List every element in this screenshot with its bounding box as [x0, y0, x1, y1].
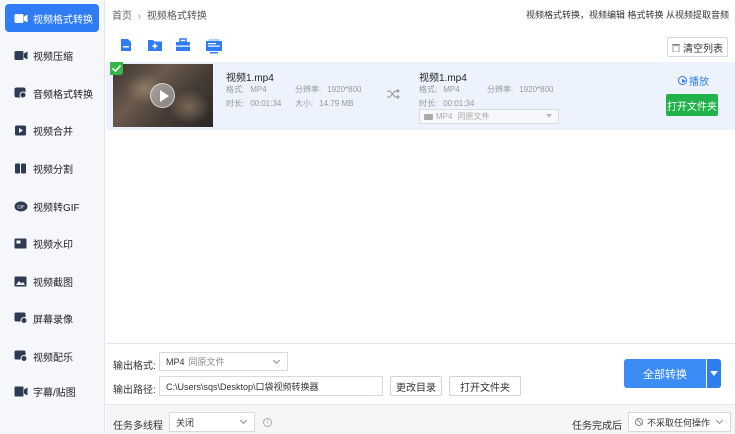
output-format-dropdown[interactable]: MP4 同原文件 — [159, 352, 288, 371]
video-convert-icon — [13, 13, 28, 24]
convert-all-button[interactable]: 全部转换 — [624, 359, 706, 388]
multithread-dropdown[interactable]: 关闭 — [169, 412, 255, 432]
sidebar-item-label: 屏幕录像 — [33, 314, 73, 326]
convert-options-dropdown[interactable] — [707, 359, 721, 388]
play-button[interactable]: 播放 — [678, 73, 709, 88]
sidebar-item-label: 视频截图 — [33, 277, 73, 289]
video-merge-icon — [13, 125, 28, 136]
online-badge: online — [209, 38, 220, 42]
sidebar-item-video-split[interactable]: 视频分割 — [5, 154, 99, 182]
chevron-down-icon — [715, 416, 724, 425]
sidebar-item-video-convert[interactable]: 视频格式转换 — [5, 4, 99, 32]
ban-icon — [635, 418, 643, 426]
play-circle-icon — [678, 76, 687, 85]
chevron-down-icon — [239, 416, 248, 425]
sidebar-item-screen-record[interactable]: 屏幕录像 — [5, 304, 99, 332]
sidebar-item-watermark[interactable]: 视频水印 — [5, 229, 99, 257]
output-format-quality: 同原文件 — [188, 357, 225, 367]
breadcrumb: 首页 › 视频格式转换 — [112, 7, 207, 22]
play-label: 播放 — [689, 77, 709, 88]
video-compress-icon — [13, 50, 28, 61]
audio-convert-icon — [13, 87, 28, 99]
output-format-select-value: MP4 — [436, 112, 453, 121]
sidebar-item-label: 视频分割 — [33, 164, 73, 176]
add-file-icon[interactable] — [119, 38, 135, 52]
output-duration: 时长: 00:01:34 — [419, 99, 475, 108]
chevron-down-icon — [546, 114, 552, 118]
output-path-label: 输出路径: — [113, 385, 156, 396]
after-done-label: 任务完成后 — [572, 421, 622, 432]
breadcrumb-home[interactable]: 首页 — [112, 11, 132, 22]
source-format: 格式: MP4 — [226, 85, 267, 94]
breadcrumb-current: 视频格式转换 — [146, 11, 207, 22]
svg-text:GIF: GIF — [17, 204, 25, 210]
checkbox-checked-icon[interactable] — [110, 62, 123, 75]
info-icon[interactable]: i — [263, 418, 272, 427]
after-done-dropdown[interactable]: 不采取任何操作 — [628, 412, 731, 432]
output-format-select-quality: 同原文件 — [457, 112, 490, 121]
source-resolution: 分辨率: 1920*800 — [295, 85, 362, 94]
sidebar-item-gif[interactable]: GIF 视频转GIF — [5, 192, 99, 220]
output-path-value: C:\Users\sqs\Desktop\口袋视频转换器 — [166, 381, 319, 392]
source-size: 大小: 14.79 MB — [295, 99, 354, 108]
clear-list-label: 清空列表 — [683, 43, 723, 55]
change-directory-button[interactable]: 更改目录 — [390, 376, 442, 396]
source-duration: 时长: 00:01:34 — [226, 99, 282, 108]
video-thumbnail[interactable] — [113, 64, 213, 127]
play-overlay-icon[interactable] — [150, 83, 175, 108]
music-icon — [13, 350, 28, 362]
clear-list-button[interactable]: 清空列表 — [667, 37, 728, 57]
sidebar-item-audio-convert[interactable]: 音频格式转换 — [5, 79, 99, 107]
output-format-value: MP4 — [166, 356, 185, 367]
output-format: 格式: MP4 — [419, 85, 460, 94]
online-video-icon[interactable]: online — [205, 38, 223, 54]
chevron-down-icon — [272, 356, 281, 365]
sidebar-item-screenshot[interactable]: 视频截图 — [5, 267, 99, 295]
output-format-label: 输出格式: — [113, 361, 156, 372]
open-folder-button[interactable]: 打开文件夹 — [666, 94, 718, 116]
screenshot-icon — [13, 276, 28, 287]
add-folder-icon[interactable] — [147, 38, 163, 52]
breadcrumb-separator: › — [137, 11, 142, 22]
sidebar-item-label: 音频格式转换 — [33, 89, 93, 101]
trash-icon — [672, 43, 680, 52]
convert-arrow-icon — [386, 88, 400, 100]
output-path-field[interactable]: C:\Users\sqs\Desktop\口袋视频转换器 — [159, 376, 383, 396]
sidebar-item-video-compress[interactable]: 视频压缩 — [5, 41, 99, 69]
sidebar-item-label: 视频合并 — [33, 126, 73, 138]
watermark-icon — [13, 238, 28, 249]
toolbox-icon[interactable] — [175, 38, 191, 52]
sidebar-item-label: 视频水印 — [33, 239, 73, 251]
sidebar-item-video-merge[interactable]: 视频合并 — [5, 116, 99, 144]
subtitle-icon — [13, 386, 28, 397]
sidebar-item-music[interactable]: 视频配乐 — [5, 342, 99, 370]
camera-icon — [424, 113, 433, 120]
sidebar-item-label: 视频配乐 — [33, 352, 73, 364]
gif-icon: GIF — [13, 201, 28, 212]
multithread-value: 关闭 — [176, 417, 195, 428]
output-format-select[interactable]: MP4 同原文件 — [419, 109, 559, 124]
sidebar-item-subtitle[interactable]: 字幕/贴图 — [5, 377, 99, 405]
sidebar-item-label: 字幕/贴图 — [33, 387, 76, 399]
output-resolution: 分辨率: 1920*800 — [487, 85, 554, 94]
sidebar-item-label: 视频格式转换 — [33, 14, 93, 26]
sidebar: 视频格式转换 视频压缩 音频格式转换 视频合并 视频分割 GIF 视频转GIF … — [0, 0, 105, 434]
sidebar-item-label: 视频转GIF — [33, 202, 80, 214]
after-done-value: 不采取任何操作 — [647, 417, 711, 428]
sidebar-item-label: 视频压缩 — [33, 51, 73, 63]
open-output-folder-button[interactable]: 打开文件夹 — [449, 376, 521, 396]
video-split-icon — [13, 163, 28, 174]
source-file-name: 视频1.mp4 — [226, 73, 274, 84]
multithread-label: 任务多线程 — [113, 421, 163, 432]
top-link[interactable]: 视频格式转换，视频编辑 格式转换 从视频提取音频 — [526, 8, 729, 21]
screen-record-icon — [13, 312, 28, 324]
output-file-name: 视频1.mp4 — [419, 73, 467, 84]
